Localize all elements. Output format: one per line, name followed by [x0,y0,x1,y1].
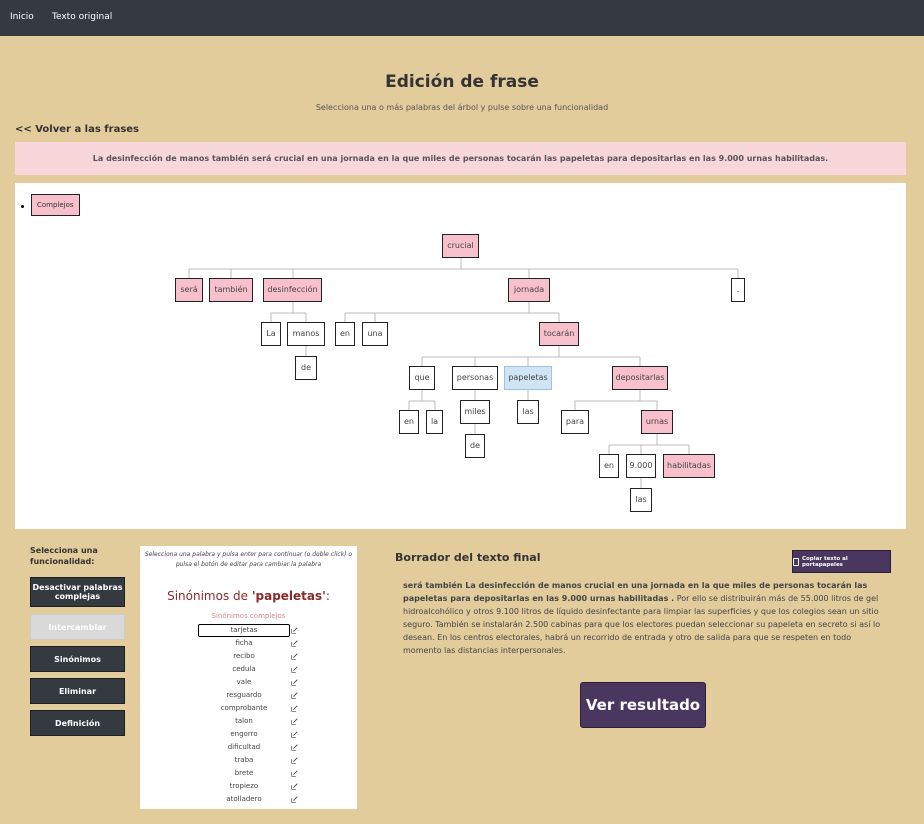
edit-icon[interactable] [291,744,298,751]
tree-node-9000[interactable]: 9.000 [626,454,656,478]
edit-icon[interactable] [291,731,298,738]
tree-node-la[interactable]: La [261,322,281,346]
synonym-word[interactable]: atolladero [198,793,290,806]
sentence-banner: La desinfección de manos también será cr… [15,142,906,175]
synonym-item[interactable]: resguardo [140,689,357,702]
tree-node-period[interactable]: . [731,278,745,302]
tree-node-papeletas[interactable]: papeletas [504,366,552,390]
synonym-item[interactable]: brete [140,767,357,780]
edit-icon[interactable] [291,640,298,647]
delete-button[interactable]: Eliminar [30,678,125,704]
tree-node-para[interactable]: para [561,410,589,434]
tree-node-miles[interactable]: miles [460,400,490,424]
synonyms-panel: Selecciona una palabra y pulsa enter par… [140,546,357,809]
tree-node-la[interactable]: la [426,410,443,434]
tree-node-depositarlas[interactable]: depositarlas [612,366,668,390]
synonym-item[interactable]: engorro [140,728,357,741]
tree-node-una[interactable]: una [362,322,388,346]
synonym-item[interactable]: atolladero [140,793,357,806]
tree-node-tambien[interactable]: también [209,278,253,302]
tree-node-jornada[interactable]: jornada [508,278,550,302]
synonym-word[interactable]: vale [198,676,290,689]
synonym-item[interactable]: vale [140,676,357,689]
edit-icon[interactable] [291,679,298,686]
synonym-word[interactable]: resguardo [198,689,290,702]
synonym-item[interactable]: talon [140,715,357,728]
top-navbar: Inicio Texto original [0,0,924,36]
synonym-item[interactable]: recibo [140,650,357,663]
nav-original-text-link[interactable]: Texto original [52,12,112,22]
synonym-word[interactable]: tarjetas [198,624,290,637]
edit-icon[interactable] [291,796,298,803]
syntax-tree-panel: Complejos crucial será también desinfecc… [15,183,906,529]
tree-node-las[interactable]: las [517,400,539,424]
edit-icon[interactable] [291,718,298,725]
complex-synonyms-subtitle: Sinónimos complejos [211,612,286,620]
edit-icon[interactable] [291,627,298,634]
tree-node-personas[interactable]: personas [452,366,498,390]
edit-icon[interactable] [291,705,298,712]
tree-node-manos[interactable]: manos [287,322,325,346]
copy-label: Copiar texto al portapapeles [801,555,848,568]
tree-node-crucial[interactable]: crucial [442,234,479,258]
synonym-word[interactable]: engorro [198,728,290,741]
back-to-sentences-link[interactable]: << Volver a las frases [15,124,139,135]
view-result-button[interactable]: Ver resultado [580,682,706,728]
page-subtitle: Selecciona una o más palabras del árbol … [315,103,609,112]
tree-node-en[interactable]: en [399,410,419,434]
synonyms-instructions: Selecciona una palabra y pulsa enter par… [144,551,353,568]
synonym-word[interactable]: dificultad [198,741,290,754]
draft-title: Borrador del texto final [395,551,541,564]
synonym-word[interactable]: talon [198,715,290,728]
synonym-word[interactable]: recibo [198,650,290,663]
synonym-item[interactable]: tarjetas [140,624,357,637]
synonym-item[interactable]: ficha [140,637,357,650]
synonym-word[interactable]: cedula [198,663,290,676]
tree-node-tocaran[interactable]: tocarán [539,322,579,346]
tree-node-que[interactable]: que [409,366,435,390]
tree-node-en[interactable]: en [335,322,355,346]
draft-text: será también La desinfección de manos cr… [403,579,883,657]
edit-icon[interactable] [291,692,298,699]
synonyms-title: Sinónimos de 'papeletas': [167,589,330,603]
synonym-item[interactable]: traba [140,754,357,767]
clipboard-icon [793,557,799,566]
swap-button[interactable]: Intercambiar [30,614,125,640]
tree-node-habilitadas[interactable]: habilitadas [663,454,715,478]
edit-icon[interactable] [291,770,298,777]
synonym-item[interactable]: dificultad [140,741,357,754]
draft-rest: Por ello se distribuirán más de 55.000 l… [403,594,881,655]
synonym-word[interactable]: traba [198,754,290,767]
edit-icon[interactable] [291,653,298,660]
tree-node-en[interactable]: en [599,454,619,478]
synonym-item[interactable]: comprobante [140,702,357,715]
synonym-word[interactable]: brete [198,767,290,780]
deactivate-complex-words-button[interactable]: Desactivar palabras complejas [30,577,125,607]
edit-icon[interactable] [291,666,298,673]
tree-node-las[interactable]: las [630,488,652,512]
synonyms-button[interactable]: Sinónimos [30,646,125,672]
page-title: Edición de frase [385,72,539,92]
tree-node-desinfeccion[interactable]: desinfección [263,278,322,302]
definition-button[interactable]: Definición [30,710,125,736]
tree-node-de[interactable]: de [465,434,485,458]
edit-icon[interactable] [291,783,298,790]
tree-node-de[interactable]: de [295,356,317,380]
nav-home-link[interactable]: Inicio [10,12,34,22]
synonym-word[interactable]: comprobante [198,702,290,715]
copy-to-clipboard-button[interactable]: Copiar texto al portapapeles [792,550,891,573]
synonym-item[interactable]: tropiezo [140,780,357,793]
synonym-word[interactable]: ficha [198,637,290,650]
synonym-item[interactable]: cedula [140,663,357,676]
tree-node-sera[interactable]: será [175,278,203,302]
edit-icon[interactable] [291,757,298,764]
tree-node-urnas[interactable]: urnas [641,410,673,434]
functionality-label: Selecciona una funcionalidad: [30,546,98,566]
synonym-word[interactable]: tropiezo [198,780,290,793]
